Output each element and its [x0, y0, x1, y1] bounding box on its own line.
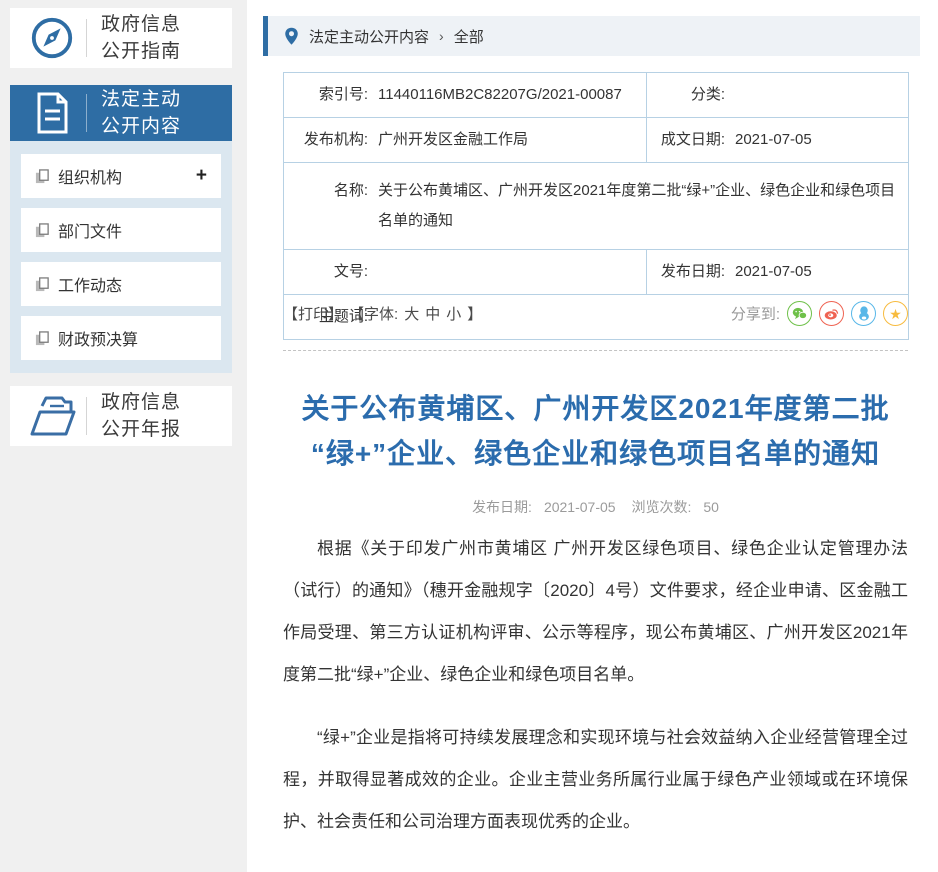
document-icon: [26, 91, 78, 135]
article-body: 根据《关于印发广州市黄埔区 广州开发区绿色项目、绿色企业认定管理办法（试行）的通…: [283, 528, 908, 872]
submenu-item-label: 组织机构: [58, 164, 122, 188]
title-label: 名称:: [284, 176, 368, 206]
breadcrumb: 法定主动公开内容 › 全部: [263, 16, 920, 56]
index-number-value: 11440116MB2C82207G/2021-00087: [378, 84, 640, 106]
share-weibo-icon[interactable]: [819, 301, 844, 326]
index-number-label: 索引号:: [284, 84, 368, 106]
submenu-item-label: 工作动态: [58, 272, 122, 296]
share-label: 分享到:: [731, 303, 780, 324]
sidebar-item-label: 法定主动 公开内容: [101, 86, 181, 140]
sidebar-item-organization[interactable]: 组织机构 +: [21, 154, 221, 198]
sidebar-item-label: 政府信息 公开指南: [101, 11, 181, 65]
share-wechat-icon[interactable]: [787, 301, 812, 326]
issuing-org-value: 广州开发区金融工作局: [378, 129, 640, 151]
publish-date-label: 发布日期:: [472, 499, 532, 515]
written-date-label: 成文日期:: [647, 129, 725, 151]
folder-icon: [26, 394, 78, 438]
issuing-org-label: 发布机构:: [284, 129, 368, 151]
breadcrumb-root-link[interactable]: 法定主动公开内容: [309, 26, 429, 47]
article-paragraph: 绿色企业是指将可持续发展理念和实现环境与社会效益纳入企业经营管理全过程，并取得成…: [283, 864, 908, 872]
article-paragraph: 根据《关于印发广州市黄埔区 广州开发区绿色项目、绿色企业认定管理办法（试行）的通…: [283, 528, 908, 696]
view-count-value: 50: [703, 499, 719, 515]
sidebar-item-fiscal-budget[interactable]: 财政预决算: [21, 316, 221, 360]
location-pin-icon: [284, 27, 299, 46]
doc-number-label: 文号:: [284, 261, 368, 283]
font-size-medium-button[interactable]: 中: [425, 303, 440, 324]
document-meta-table: 索引号: 11440116MB2C82207G/2021-00087 分类: 发…: [283, 72, 909, 340]
pages-icon: [35, 223, 50, 238]
table-row: 发布机构: 广州开发区金融工作局 成文日期: 2021-07-05: [284, 118, 909, 163]
title-value: 关于公布黄埔区、广州开发区2021年度第二批“绿+”企业、绿色企业和绿色项目名单…: [378, 176, 902, 236]
share-qq-icon[interactable]: [851, 301, 876, 326]
table-row: 索引号: 11440116MB2C82207G/2021-00087 分类:: [284, 73, 909, 118]
sidebar-item-work-trends[interactable]: 工作动态: [21, 262, 221, 306]
sidebar-item-guide[interactable]: 政府信息 公开指南: [10, 8, 232, 68]
print-button[interactable]: 【打印】: [283, 303, 343, 324]
divider: [86, 94, 87, 132]
font-size-large-button[interactable]: 大: [404, 303, 419, 324]
breadcrumb-separator: ›: [439, 28, 444, 44]
article-meta: 发布日期: 2021-07-05 浏览次数: 50: [283, 497, 908, 517]
sidebar-item-label: 政府信息 公开年报: [101, 389, 181, 443]
font-size-small-button[interactable]: 小: [446, 303, 461, 324]
table-row: 名称: 关于公布黄埔区、广州开发区2021年度第二批“绿+”企业、绿色企业和绿色…: [284, 163, 909, 250]
category-label: 分类:: [647, 84, 725, 106]
publish-date-value: 2021-07-05: [735, 261, 902, 283]
font-size-suffix: 】: [467, 303, 482, 324]
expand-plus-icon[interactable]: +: [196, 165, 207, 187]
sidebar-submenu: 组织机构 + 部门文件 工作动态: [10, 141, 232, 373]
page-title: 关于公布黄埔区、广州开发区2021年度第二批 “绿+”企业、绿色企业和绿色项目名…: [283, 386, 908, 476]
table-row: 文号: 发布日期: 2021-07-05: [284, 250, 909, 295]
pages-icon: [35, 277, 50, 292]
divider: [86, 19, 87, 57]
share-qzone-icon[interactable]: ★: [883, 301, 908, 326]
pages-icon: [35, 169, 50, 184]
sidebar-item-disclosure-active[interactable]: 法定主动 公开内容: [10, 85, 232, 141]
dashed-divider: [283, 350, 908, 351]
pages-icon: [35, 331, 50, 346]
submenu-item-label: 部门文件: [58, 218, 122, 242]
view-count-label: 浏览次数:: [631, 499, 691, 515]
publish-date-label: 发布日期:: [647, 261, 725, 283]
compass-icon: [26, 15, 78, 61]
written-date-value: 2021-07-05: [735, 129, 902, 151]
divider: [86, 397, 87, 435]
article-toolbar: 【打印】 【字体: 大 中 小 】 分享到:: [283, 301, 908, 326]
article-paragraph: “绿+”企业是指将可持续发展理念和实现环境与社会效益纳入企业经营管理全过程，并取…: [283, 717, 908, 843]
star-icon: ★: [889, 307, 902, 321]
sidebar-item-annual-report[interactable]: 政府信息 公开年报: [10, 386, 232, 446]
font-size-prefix: 【字体:: [349, 303, 398, 324]
breadcrumb-current-link[interactable]: 全部: [454, 26, 484, 47]
sidebar-item-department-files[interactable]: 部门文件: [21, 208, 221, 252]
publish-date-value: 2021-07-05: [544, 499, 616, 515]
submenu-item-label: 财政预决算: [58, 326, 138, 350]
sidebar: 政府信息 公开指南 法定主动 公开内容 组织机: [10, 8, 232, 446]
